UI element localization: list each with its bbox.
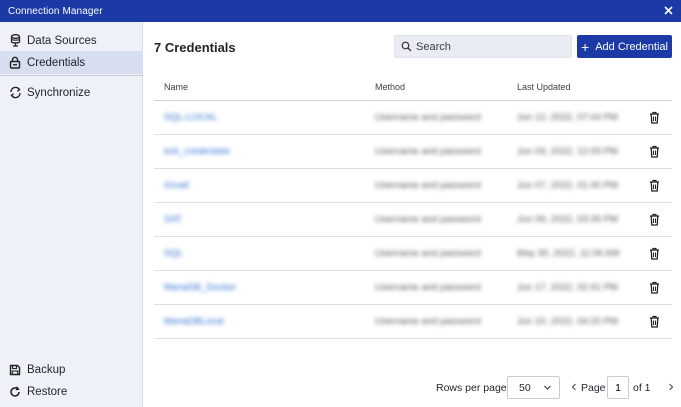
credential-method: Username and password [375, 112, 481, 123]
table-header: Name Method Last Updated [154, 73, 672, 101]
table-row: MariaDBLocal Username and password Jun 10,… [154, 305, 672, 339]
rows-per-page-select[interactable]: 50 [507, 376, 560, 399]
title-bar: Connection Manager [0, 0, 681, 22]
sidebar-item-data-sources[interactable]: Data Sources [0, 29, 143, 52]
sidebar-item-label: Data Sources [27, 34, 97, 47]
credential-name-link[interactable]: bck_credentials [164, 146, 230, 157]
column-header-method[interactable]: Method [375, 82, 405, 92]
table-row: MariaDB_Docker Username and password Jun 1… [154, 271, 672, 305]
chevron-down-icon [543, 383, 552, 392]
page-title: 7 Credentials [154, 40, 236, 55]
main-panel: 7 Credentials + Add Credential Name Meth… [143, 22, 681, 407]
sidebar-item-backup[interactable]: Backup [0, 358, 143, 381]
credential-last-updated: Jun 04, 2022, 12:09 PM [517, 146, 618, 157]
trash-icon[interactable] [648, 247, 660, 260]
credential-name-link[interactable]: SAT [164, 214, 182, 225]
rows-per-page-label: Rows per page: [436, 382, 510, 394]
database-icon [8, 34, 22, 48]
credential-last-updated: Jun 12, 2022, 07:44 PM [517, 112, 618, 123]
sidebar-item-restore[interactable]: Restore [0, 380, 143, 403]
credential-name-link[interactable]: SQL-LOCAL [164, 112, 217, 123]
credential-name-link[interactable]: Gmail [164, 180, 189, 191]
sidebar: Data Sources Credentials Synchronize Bac… [0, 22, 143, 407]
table-row: Gmail Username and password Jun 07, 2022, … [154, 169, 672, 203]
add-credential-button[interactable]: + Add Credential [577, 35, 672, 58]
credential-name-link[interactable]: SQL [164, 248, 183, 259]
credential-method: Username and password [375, 146, 481, 157]
chevron-left-icon[interactable] [570, 381, 578, 393]
credential-name-link[interactable]: MariaDBLocal [164, 316, 224, 327]
restore-icon [8, 385, 22, 399]
trash-icon[interactable] [648, 213, 660, 226]
page-label: Page [581, 382, 606, 394]
table-row: SQL-LOCAL Username and password Jun 12, 20… [154, 101, 672, 135]
credential-last-updated: Jun 17, 2022, 02:41 PM [517, 282, 618, 293]
sidebar-item-label: Restore [27, 385, 68, 398]
credential-method: Username and password [375, 316, 481, 327]
trash-icon[interactable] [648, 281, 660, 294]
sidebar-divider [0, 75, 143, 76]
credential-name-link[interactable]: MariaDB_Docker [164, 282, 236, 293]
search-icon [401, 41, 412, 52]
table-row: SQL Username and password May 30, 2022, 11… [154, 237, 672, 271]
rows-per-page-value: 50 [519, 381, 531, 394]
trash-icon[interactable] [648, 315, 660, 328]
trash-icon[interactable] [648, 145, 660, 158]
page-count-label: of 1 [633, 382, 651, 394]
credential-method: Username and password [375, 180, 481, 191]
table-row: SAT Username and password Jun 09, 2022, 03… [154, 203, 672, 237]
plus-icon: + [581, 38, 590, 55]
credential-method: Username and password [375, 248, 481, 259]
credentials-table: Name Method Last Updated SQL-LOCAL Userna… [154, 73, 672, 339]
credential-method: Username and password [375, 214, 481, 225]
credential-last-updated: Jun 09, 2022, 03:39 PM [517, 214, 618, 225]
add-credential-label: Add Credential [595, 40, 668, 53]
sidebar-item-label: Backup [27, 363, 66, 376]
table-row: bck_credentials Username and password Jun … [154, 135, 672, 169]
search-input[interactable] [416, 40, 566, 53]
lock-icon [8, 56, 22, 70]
sidebar-item-label: Credentials [27, 56, 86, 69]
search-box[interactable] [394, 35, 572, 58]
trash-icon[interactable] [648, 179, 660, 192]
sidebar-item-label: Synchronize [27, 86, 91, 99]
save-icon [8, 363, 22, 377]
sidebar-item-credentials[interactable]: Credentials [0, 51, 143, 74]
column-header-name[interactable]: Name [164, 82, 188, 92]
credential-last-updated: Jun 07, 2022, 01:40 PM [517, 180, 618, 191]
credential-method: Username and password [375, 282, 481, 293]
page-number-input[interactable] [607, 376, 629, 399]
pagination: Rows per page: 50 Page of 1 [143, 376, 681, 400]
credential-last-updated: Jun 10, 2022, 04:20 PM [517, 316, 618, 327]
sidebar-item-synchronize[interactable]: Synchronize [0, 81, 143, 104]
credential-last-updated: May 30, 2022, 11:06 AM [517, 248, 620, 259]
close-icon[interactable] [661, 3, 675, 17]
window-title: Connection Manager [8, 5, 103, 17]
sync-icon [8, 86, 22, 100]
column-header-last-updated[interactable]: Last Updated [517, 82, 571, 92]
trash-icon[interactable] [648, 111, 660, 124]
chevron-right-icon[interactable] [667, 381, 675, 393]
